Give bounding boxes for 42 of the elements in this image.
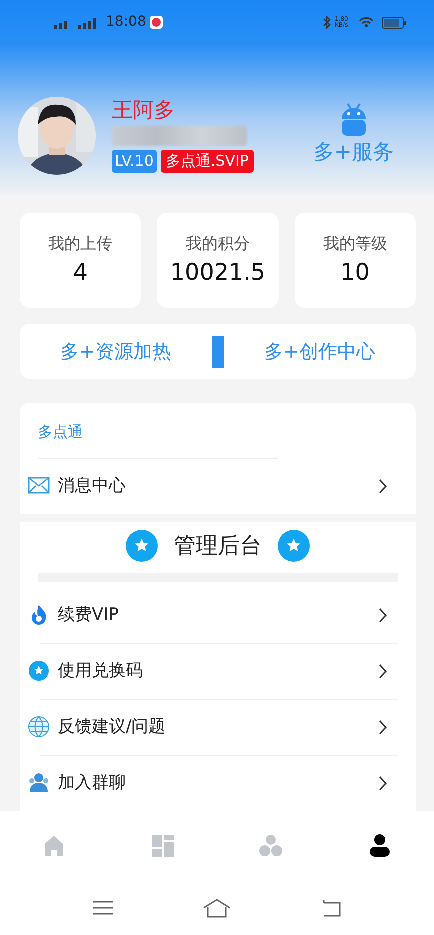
chevron-right-icon [379,608,388,623]
stat-card[interactable]: 我的上传 4 [20,213,142,308]
stat-value: 4 [73,258,88,288]
chevron-right-icon [379,478,388,494]
menu-icon[interactable] [92,900,114,916]
chevron-right-icon [379,664,388,679]
menu-item[interactable]: 消息中心 [20,458,416,514]
globe-icon [28,716,50,738]
circles-icon [259,834,284,858]
user-name: 王阿多 [112,99,176,122]
app-notification-icon [150,16,164,29]
separator-bar [212,336,224,368]
chevron-right-icon [379,720,388,735]
stat-card[interactable]: 我的等级 10 [294,213,416,308]
stat-label: 我的积分 [186,232,250,255]
stat-value: 10 [340,258,370,288]
android-icon [340,103,367,138]
stat-card[interactable]: 我的积分 10021.5 [157,213,279,308]
section-title: 多点通 [37,422,84,444]
level-badge: LV.10 [112,150,157,173]
person-icon [368,834,392,858]
star-badge-icon [278,530,310,562]
chevron-right-icon [379,776,388,791]
wifi-icon [359,17,374,28]
bluetooth-icon [323,16,331,29]
status-time: 18:08 [106,13,146,32]
dashboard-icon [150,834,175,858]
menu-item[interactable]: 使用兑换码 [20,644,416,699]
battery-icon [382,16,406,28]
menu-item[interactable]: 续费VIP [20,588,416,643]
stat-value: 10021.5 [170,258,266,288]
admin-title: 管理后台 [174,532,262,561]
star-badge-icon [126,530,158,562]
signal-icon [54,16,98,28]
star-badge-icon [28,660,50,682]
home-icon[interactable] [202,898,232,918]
stat-label: 我的等级 [323,232,388,255]
stat-label: 我的上传 [48,232,113,255]
menu-item[interactable]: 加入群聊 [20,756,416,811]
menu-item[interactable]: 反馈建议/问题 [20,700,416,755]
people-icon [28,772,50,794]
vip-badge: 多点通.SVIP [160,150,254,173]
